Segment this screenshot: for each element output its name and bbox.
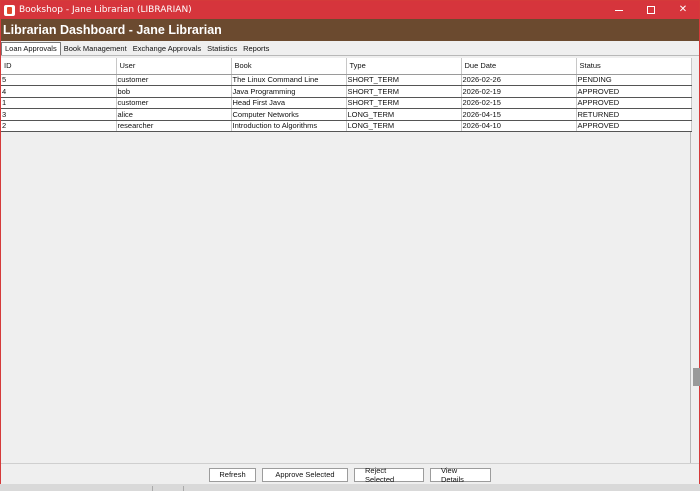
cell-book: The Linux Command Line <box>231 74 347 86</box>
cell-user: alice <box>116 108 232 121</box>
column-header-book[interactable]: Book <box>231 58 347 75</box>
tab-reports[interactable]: Reports <box>240 43 272 55</box>
app-window: Bookshop - Jane Librarian (LIBRARIAN) ✕ … <box>0 0 700 491</box>
cell-book: Head First Java <box>231 97 347 109</box>
cell-status: RETURNED <box>576 108 692 121</box>
cell-status: APPROVED <box>576 85 692 98</box>
cell-id: 2 <box>1 120 117 132</box>
cell-type: LONG_TERM <box>346 120 462 132</box>
cell-user: bob <box>116 85 232 98</box>
column-header-user[interactable]: User <box>116 58 232 75</box>
dashboard-title: Librarian Dashboard - Jane Librarian <box>3 23 222 37</box>
minimize-button[interactable] <box>603 1 635 19</box>
cell-book: Introduction to Algorithms <box>231 120 347 132</box>
table-row[interactable]: 2 researcher Introduction to Algorithms … <box>1 120 692 132</box>
loan-approvals-table: ID User Book Type Due Date Status 5 cust… <box>1 58 692 132</box>
minimize-icon <box>615 9 623 11</box>
close-icon: ✕ <box>678 4 688 15</box>
background-divider <box>183 486 184 491</box>
cell-book: Computer Networks <box>231 108 347 121</box>
cell-due-date: 2026-02-26 <box>461 74 577 86</box>
java-app-icon <box>4 4 15 16</box>
column-header-due-date[interactable]: Due Date <box>461 58 577 75</box>
table-row[interactable]: 3 alice Computer Networks LONG_TERM 2026… <box>1 108 692 121</box>
tab-exchange-approvals[interactable]: Exchange Approvals <box>130 43 204 55</box>
column-header-id[interactable]: ID <box>1 58 117 75</box>
cell-user: customer <box>116 97 232 109</box>
cell-status: PENDING <box>576 74 692 86</box>
table-row[interactable]: 5 customer The Linux Command Line SHORT_… <box>1 74 692 86</box>
background-scrollbar-thumb <box>693 368 700 386</box>
dashboard-header: Librarian Dashboard - Jane Librarian <box>1 19 699 41</box>
view-details-button[interactable]: View Details <box>430 466 491 484</box>
action-bar: Refresh Approve Selected Reject Selected… <box>1 463 699 485</box>
tab-divider <box>1 55 699 56</box>
close-button[interactable]: ✕ <box>667 1 699 19</box>
approve-selected-button[interactable]: Approve Selected <box>262 467 348 482</box>
cell-id: 1 <box>1 97 117 109</box>
cell-status: APPROVED <box>576 97 692 109</box>
column-header-type[interactable]: Type <box>346 58 462 75</box>
cell-book: Java Programming <box>231 85 347 98</box>
tab-bar: Loan Approvals Book Management Exchange … <box>1 42 272 55</box>
table-row[interactable]: 4 bob Java Programming SHORT_TERM 2026-0… <box>1 85 692 98</box>
cell-type: LONG_TERM <box>346 108 462 121</box>
reject-selected-button[interactable]: Reject Selected <box>354 466 424 484</box>
cell-due-date: 2026-02-19 <box>461 85 577 98</box>
maximize-icon <box>647 6 655 14</box>
cell-type: SHORT_TERM <box>346 74 462 86</box>
cell-type: SHORT_TERM <box>346 85 462 98</box>
background-strip <box>0 484 700 491</box>
cell-id: 3 <box>1 108 117 121</box>
cell-user: customer <box>116 74 232 86</box>
table-row[interactable]: 1 customer Head First Java SHORT_TERM 20… <box>1 97 692 109</box>
tab-statistics[interactable]: Statistics <box>204 43 240 55</box>
cell-due-date: 2026-04-15 <box>461 108 577 121</box>
cell-due-date: 2026-02-15 <box>461 97 577 109</box>
tab-loan-approvals[interactable]: Loan Approvals <box>1 42 61 55</box>
cell-user: researcher <box>116 120 232 132</box>
cell-type: SHORT_TERM <box>346 97 462 109</box>
title-bar[interactable]: Bookshop - Jane Librarian (LIBRARIAN) ✕ <box>1 1 699 19</box>
background-divider <box>152 486 153 491</box>
maximize-button[interactable] <box>635 1 667 19</box>
window-title: Bookshop - Jane Librarian (LIBRARIAN) <box>19 5 192 15</box>
refresh-button[interactable]: Refresh <box>209 467 256 482</box>
column-header-status[interactable]: Status <box>576 58 692 75</box>
cell-id: 4 <box>1 85 117 98</box>
table-header-row: ID User Book Type Due Date Status <box>1 58 692 75</box>
cell-id: 5 <box>1 74 117 86</box>
cell-due-date: 2026-04-10 <box>461 120 577 132</box>
loan-table-panel: ID User Book Type Due Date Status 5 cust… <box>1 58 692 463</box>
tab-book-management[interactable]: Book Management <box>61 43 130 55</box>
cell-status: APPROVED <box>576 120 692 132</box>
